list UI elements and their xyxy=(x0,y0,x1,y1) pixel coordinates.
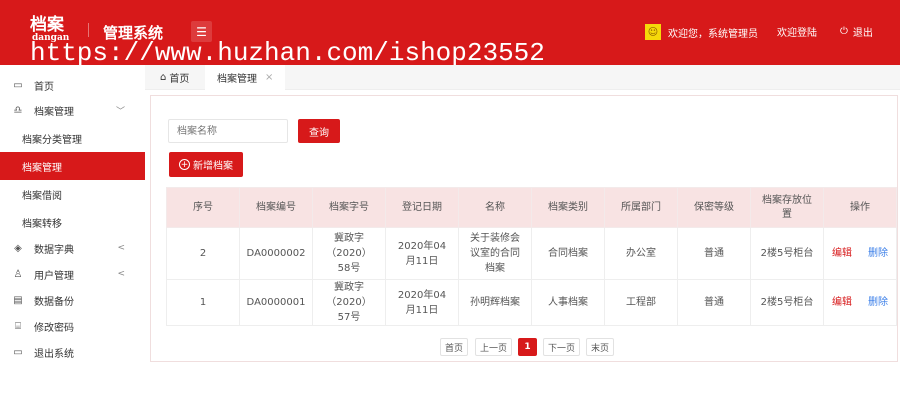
column-header: 档案类别 xyxy=(531,187,605,228)
tab-label: 档案管理 xyxy=(217,74,257,85)
column-header: 档案字号 xyxy=(312,187,386,228)
sidebar-item-label: 修改密码 xyxy=(34,322,74,334)
table-header-row: 序号 档案编号 档案字号 登记日期 名称 档案类别 所属部门 保密等级 档案存放… xyxy=(166,187,897,228)
chevron-down-icon: ﹀ xyxy=(115,106,125,117)
backup-icon: ▤ xyxy=(13,294,23,306)
monitor-icon: ▭ xyxy=(13,79,23,91)
sidebar: ▭ 首页 ♎ 档案管理 ﹀ 档案分类管理 档案管理 档案借阅 档案转移 ◈ 数据字典 < … xyxy=(0,65,145,402)
edit-link[interactable]: 编辑 xyxy=(832,297,852,308)
archive-icon: ♎ xyxy=(13,104,23,116)
welcome-text: 欢迎您，系统管理员 xyxy=(668,28,758,40)
cell-category: 人事档案 xyxy=(531,279,605,326)
cell-code: DA0000002 xyxy=(239,227,313,280)
archive-name-input[interactable] xyxy=(168,119,288,143)
tab-home[interactable]: ⌂ 首页 xyxy=(148,65,201,90)
sidebar-item-label: 用户管理 xyxy=(34,270,74,282)
delete-link[interactable]: 删除 xyxy=(868,248,888,259)
cell-secrecy: 普通 xyxy=(677,279,751,326)
sidebar-item-users[interactable]: ♙ 用户管理 < xyxy=(0,261,145,287)
sidebar-item-category[interactable]: 档案分类管理 xyxy=(0,125,145,151)
sidebar-item-transfer[interactable]: 档案转移 xyxy=(0,209,145,235)
chevron-left-icon: < xyxy=(117,243,125,253)
sidebar-item-backup[interactable]: ▤ 数据备份 xyxy=(0,287,145,313)
power-icon: ⏻ xyxy=(840,26,848,37)
edit-link[interactable]: 编辑 xyxy=(832,248,852,259)
tag-icon: ◈ xyxy=(14,242,22,254)
cell-date: 2020年04月11日 xyxy=(385,227,459,280)
tab-bar: ⌂ 首页 档案管理 × xyxy=(145,65,900,90)
cell-department: 办公室 xyxy=(604,227,678,280)
table-row: 1 DA0000001 冀政字（2020）57号 2020年04月11日 孙明辉… xyxy=(166,279,897,326)
column-header: 保密等级 xyxy=(677,187,751,228)
divider xyxy=(88,23,89,37)
plus-circle-icon: + xyxy=(179,159,190,170)
delete-link[interactable]: 删除 xyxy=(868,297,888,308)
chevron-left-icon: < xyxy=(117,269,125,279)
sidebar-item-password[interactable]: ⌸ 修改密码 xyxy=(0,313,145,339)
page-first-button[interactable]: 首页 xyxy=(440,338,468,356)
login-link[interactable]: 欢迎登陆 xyxy=(777,24,817,39)
cell-actions: 编辑 删除 xyxy=(823,279,897,326)
sidebar-item-archive-management[interactable]: ♎ 档案管理 ﹀ xyxy=(0,97,145,123)
page-current[interactable]: 1 xyxy=(518,338,537,356)
sidebar-item-archives[interactable]: 档案管理 xyxy=(0,152,145,180)
tab-archive-management[interactable]: 档案管理 × xyxy=(205,65,286,90)
sidebar-item-label: 退出系统 xyxy=(34,348,74,360)
page-last-button[interactable]: 末页 xyxy=(586,338,614,356)
cell-number: 冀政字（2020）58号 xyxy=(312,227,386,280)
logout-button[interactable]: ⏻ 退出 xyxy=(840,24,873,39)
sidebar-item-label: 首页 xyxy=(34,81,54,93)
table-row: 2 DA0000002 冀政字（2020）58号 2020年04月11日 关于装… xyxy=(166,227,897,280)
home-icon: ⌂ xyxy=(160,72,167,83)
watermark: https://www.huzhan.com/ishop23552 xyxy=(30,38,545,68)
page-next-button[interactable]: 下一页 xyxy=(543,338,580,356)
cell-code: DA0000001 xyxy=(239,279,313,326)
close-icon[interactable]: × xyxy=(265,72,273,83)
menu-icon: ☰ xyxy=(196,24,207,39)
cell-number: 冀政字（2020）57号 xyxy=(312,279,386,326)
archive-table: 序号 档案编号 档案字号 登记日期 名称 档案类别 所属部门 保密等级 档案存放… xyxy=(166,187,897,326)
column-header: 名称 xyxy=(458,187,532,228)
cell-location: 2楼5号柜台 xyxy=(750,279,824,326)
column-header: 档案编号 xyxy=(239,187,313,228)
add-archive-button[interactable]: + 新增档案 xyxy=(169,152,243,177)
page-prev-button[interactable]: 上一页 xyxy=(475,338,512,356)
avatar-icon: ☺ xyxy=(645,24,661,40)
header: 档案 dangan 管理系统 ☰ https://www.huzhan.com/i… xyxy=(0,0,900,68)
add-archive-label: 新增档案 xyxy=(193,161,233,172)
sidebar-item-borrow[interactable]: 档案借阅 xyxy=(0,181,145,207)
user-icon: ♙ xyxy=(13,268,23,280)
cell-name: 孙明辉档案 xyxy=(458,279,532,326)
column-header: 档案存放位置 xyxy=(750,187,824,228)
cell-category: 合同档案 xyxy=(531,227,605,280)
logo-text: 档案 xyxy=(30,15,64,35)
column-header: 序号 xyxy=(166,187,240,228)
cell-index: 1 xyxy=(166,279,240,326)
cell-location: 2楼5号柜台 xyxy=(750,227,824,280)
sidebar-item-home[interactable]: ▭ 首页 xyxy=(0,72,145,98)
column-header: 登记日期 xyxy=(385,187,459,228)
logout-label: 退出 xyxy=(852,28,873,39)
column-header: 操作 xyxy=(823,187,897,228)
cell-secrecy: 普通 xyxy=(677,227,751,280)
sidebar-item-label: 数据备份 xyxy=(34,296,74,308)
exit-icon: ▭ xyxy=(13,346,23,358)
sidebar-item-dictionary[interactable]: ◈ 数据字典 < xyxy=(0,235,145,261)
sidebar-item-label: 数据字典 xyxy=(34,244,74,256)
tab-label: 首页 xyxy=(169,74,190,85)
password-icon: ⌸ xyxy=(15,320,21,332)
sidebar-item-exit[interactable]: ▭ 退出系统 xyxy=(0,339,145,365)
user-info[interactable]: ☺ 欢迎您，系统管理员 xyxy=(645,24,758,40)
cell-name: 关于装修会议室的合同档案 xyxy=(458,227,532,280)
search-button[interactable]: 查询 xyxy=(298,119,340,143)
cell-department: 工程部 xyxy=(604,279,678,326)
cell-date: 2020年04月11日 xyxy=(385,279,459,326)
sidebar-item-label: 档案管理 xyxy=(34,106,74,118)
cell-actions: 编辑 删除 xyxy=(823,227,897,280)
cell-index: 2 xyxy=(166,227,240,280)
column-header: 所属部门 xyxy=(604,187,678,228)
